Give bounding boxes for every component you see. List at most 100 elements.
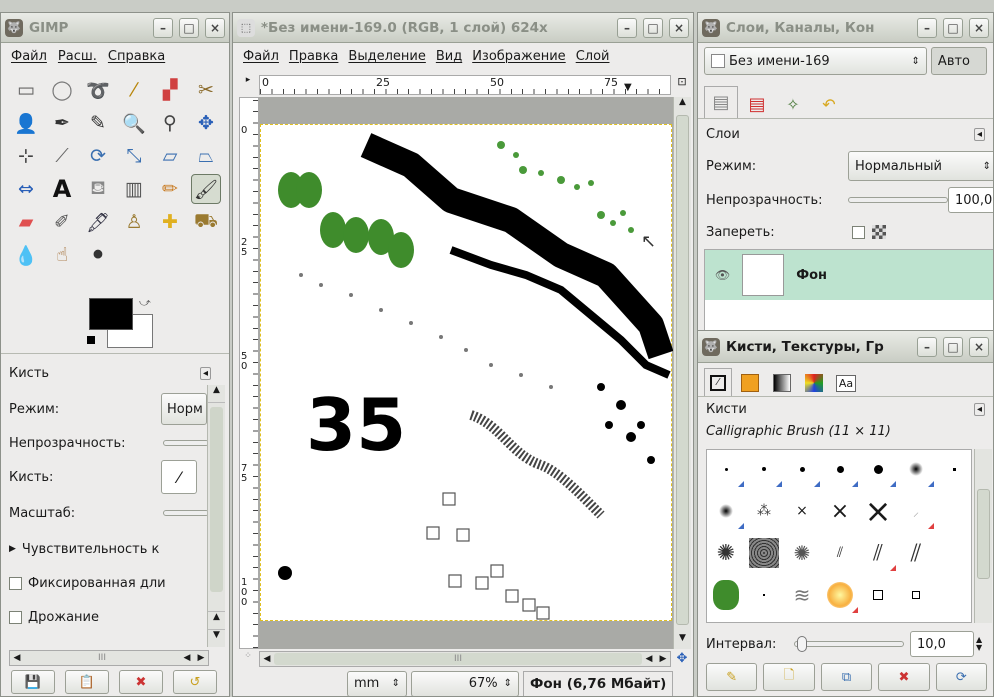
brush-item[interactable]: ✺ bbox=[783, 534, 821, 572]
restore-options-button[interactable]: 📋 bbox=[65, 670, 109, 694]
lasso-icon[interactable]: ➰ bbox=[83, 75, 113, 105]
maximize-button[interactable]: □ bbox=[179, 17, 199, 38]
fixed-length-checkbox[interactable] bbox=[9, 576, 22, 590]
image-canvas[interactable]: 35 ↖ bbox=[260, 124, 673, 621]
mode-select[interactable]: Норм bbox=[161, 393, 207, 425]
edit-brush-button[interactable]: ✎ bbox=[706, 663, 758, 691]
layer-row[interactable]: 👁 Фон bbox=[705, 250, 993, 300]
color-select-icon[interactable]: ▞ bbox=[155, 75, 185, 105]
maximize-button[interactable]: □ bbox=[943, 17, 963, 38]
minimize-button[interactable]: – bbox=[917, 17, 937, 38]
brush-item[interactable] bbox=[745, 534, 783, 572]
spacing-slider[interactable] bbox=[794, 636, 904, 652]
minimize-button[interactable]: – bbox=[153, 17, 173, 38]
brush-item[interactable]: ✺ bbox=[707, 534, 745, 572]
bucket-fill-icon[interactable]: ⛾ bbox=[83, 174, 113, 204]
swap-colors-icon[interactable]: ⤻ bbox=[139, 296, 151, 310]
align-icon[interactable]: ⊹ bbox=[11, 141, 41, 171]
maximize-button[interactable]: □ bbox=[643, 17, 663, 38]
spacing-value[interactable]: 10,0 bbox=[910, 631, 974, 657]
tab-palettes[interactable] bbox=[800, 370, 828, 396]
close-button[interactable]: × bbox=[205, 17, 225, 38]
brush-grid[interactable]: ⁂ × × × ⸝ ✺ ✺ ⫽ ⫽ ⫽ ≋ bbox=[706, 449, 972, 623]
color-swatches[interactable]: ⤻ bbox=[87, 296, 155, 350]
image-select[interactable]: Без имени-169 ⇕ bbox=[704, 47, 927, 75]
brush-item[interactable] bbox=[821, 450, 859, 488]
brush-item[interactable] bbox=[783, 450, 821, 488]
eraser-icon[interactable]: ▰ bbox=[11, 207, 41, 237]
menu-extensions[interactable]: Расш. bbox=[58, 49, 97, 64]
brush-grid-scrollbar[interactable] bbox=[974, 449, 992, 623]
gradient-icon[interactable]: ▥ bbox=[119, 174, 149, 204]
close-button[interactable]: × bbox=[969, 17, 989, 38]
visibility-eye-icon[interactable]: 👁 bbox=[715, 268, 730, 282]
brush-item[interactable] bbox=[859, 450, 897, 488]
brush-item[interactable] bbox=[935, 450, 971, 488]
brush-item[interactable] bbox=[897, 576, 935, 614]
shear-icon[interactable]: ▱ bbox=[155, 141, 185, 171]
canvas-viewport[interactable]: 35 ↖ bbox=[259, 97, 673, 649]
minimize-button[interactable]: – bbox=[917, 336, 937, 357]
layer-opacity-value[interactable]: 100,0 bbox=[948, 187, 993, 213]
menu-help[interactable]: Справка bbox=[108, 49, 165, 64]
brush-item[interactable] bbox=[935, 534, 971, 572]
tab-patterns[interactable] bbox=[736, 370, 764, 396]
jitter-checkbox[interactable] bbox=[9, 610, 22, 624]
scissors-icon[interactable]: ✂ bbox=[191, 75, 221, 105]
layers-list[interactable]: 👁 Фон bbox=[704, 249, 993, 331]
brush-item[interactable] bbox=[859, 576, 897, 614]
menu-edit[interactable]: Правка bbox=[289, 49, 338, 64]
lock-alpha-checkbox[interactable] bbox=[852, 225, 865, 239]
zoom-corner-icon[interactable]: ⁘ bbox=[239, 651, 257, 665]
scale-slider[interactable] bbox=[163, 510, 209, 516]
reset-options-button[interactable]: ↺ bbox=[173, 670, 217, 694]
quick-mask-corner[interactable]: ▸ bbox=[239, 75, 257, 93]
paths-icon[interactable]: ✒ bbox=[47, 108, 77, 138]
text-icon[interactable]: A bbox=[47, 174, 77, 204]
tab-brushes[interactable]: ⁄ bbox=[704, 368, 732, 396]
menu-image[interactable]: Изображение bbox=[472, 49, 565, 64]
layers-titlebar[interactable]: 🐺 Слои, Каналы, Кон – □ × bbox=[698, 13, 993, 43]
brush-item[interactable]: × bbox=[783, 492, 821, 530]
menu-file[interactable]: Файл bbox=[243, 49, 279, 64]
rotate-icon[interactable]: ⟳ bbox=[83, 141, 113, 171]
dodge-burn-icon[interactable]: ⚫ bbox=[83, 240, 113, 270]
spacing-spinner[interactable]: ▲ ▼ bbox=[976, 636, 982, 652]
brush-item[interactable] bbox=[897, 450, 935, 488]
foreground-color[interactable] bbox=[89, 298, 133, 330]
zoom-icon[interactable]: 🔍 bbox=[119, 108, 149, 138]
paintbrush-icon[interactable]: 🖌 bbox=[191, 174, 221, 204]
scale-icon[interactable]: ⤡ bbox=[119, 141, 149, 171]
toolbox-titlebar[interactable]: 🐺 GIMP – □ × bbox=[1, 13, 229, 43]
navigate-icon[interactable]: ⊡ bbox=[673, 75, 691, 93]
layer-opacity-slider[interactable] bbox=[848, 197, 948, 203]
tab-paths[interactable]: ✧ bbox=[776, 90, 810, 118]
ellipse-select-icon[interactable]: ◯ bbox=[47, 75, 77, 105]
image-hscrollbar[interactable]: ◀ III ◀ ▶ bbox=[259, 651, 671, 667]
brushes-titlebar[interactable]: 🐺 Кисти, Текстуры, Гр – □ × bbox=[698, 331, 993, 363]
refresh-brushes-button[interactable]: ⟳ bbox=[935, 663, 988, 691]
duplicate-brush-button[interactable]: ⧉ bbox=[820, 663, 873, 691]
move-icon[interactable]: ✥ bbox=[191, 108, 221, 138]
tab-fonts[interactable]: Aa bbox=[832, 370, 860, 396]
crop-icon[interactable]: ⟋ bbox=[47, 141, 77, 171]
menu-file[interactable]: Файл bbox=[11, 49, 47, 64]
slider-handle-icon[interactable] bbox=[797, 636, 807, 652]
delete-options-button[interactable]: ✖ bbox=[119, 670, 163, 694]
perspective-clone-icon[interactable]: ⛟ bbox=[191, 207, 221, 237]
brush-item[interactable] bbox=[745, 576, 783, 614]
expander-arrow-icon[interactable]: ▶ bbox=[9, 544, 16, 554]
close-button[interactable]: × bbox=[969, 336, 989, 357]
unit-select[interactable]: mm ⇕ bbox=[347, 670, 407, 696]
brush-item[interactable]: ⫽ bbox=[859, 534, 897, 572]
brush-item[interactable]: × bbox=[821, 492, 859, 530]
brush-item[interactable]: ⁂ bbox=[745, 492, 783, 530]
brush-item[interactable] bbox=[707, 576, 745, 614]
sensitivity-expander[interactable]: Чувствительность к bbox=[22, 542, 159, 557]
brush-item[interactable] bbox=[745, 450, 783, 488]
smudge-icon[interactable]: ☝ bbox=[47, 240, 77, 270]
tab-undo[interactable]: ↶ bbox=[812, 90, 846, 118]
image-vscrollbar[interactable]: ▲ ▼ bbox=[673, 97, 691, 649]
menu-layer[interactable]: Слой bbox=[576, 49, 610, 64]
airbrush-icon[interactable]: ✐ bbox=[47, 207, 77, 237]
